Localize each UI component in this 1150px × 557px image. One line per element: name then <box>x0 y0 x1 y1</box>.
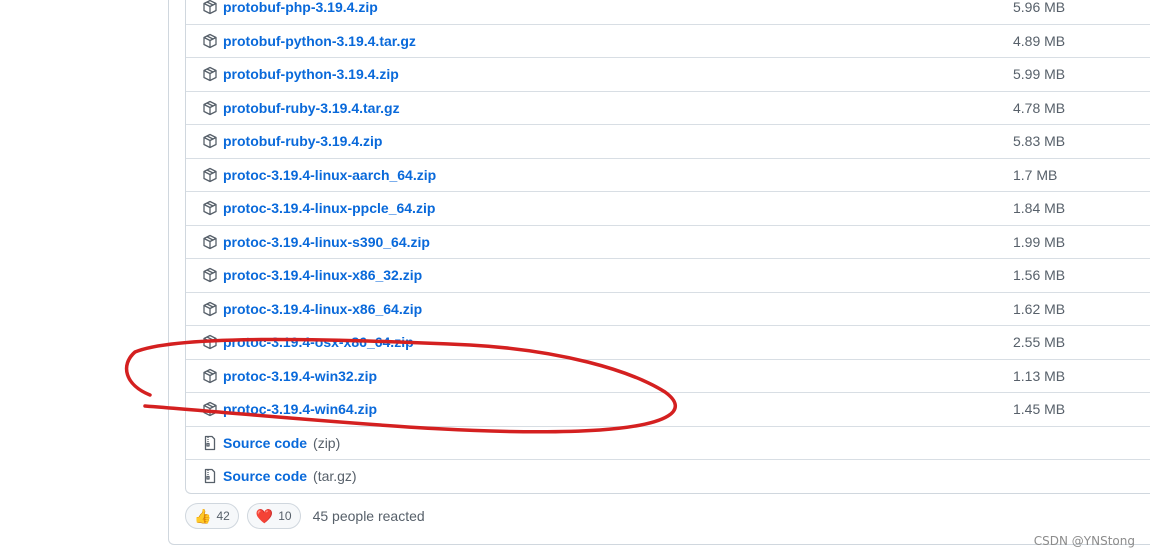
asset-download-link[interactable]: protobuf-ruby-3.19.4.zip <box>223 133 382 149</box>
release-page: protobuf-php-3.19.4.zip 5.96 MB protobuf-p… <box>0 0 1150 557</box>
reactions-summary: 45 people reacted <box>312 508 425 524</box>
asset-row: protoc-3.19.4-linux-x86_32.zip 1.56 MB <box>186 258 1150 292</box>
asset-download-link[interactable]: protobuf-ruby-3.19.4.tar.gz <box>223 100 400 116</box>
asset-row: protobuf-php-3.19.4.zip 5.96 MB <box>186 0 1150 24</box>
source-code-format: (zip) <box>313 434 341 451</box>
thumbs-up-reaction-button[interactable]: 👍 42 <box>185 503 239 529</box>
package-icon <box>202 66 218 82</box>
package-icon <box>202 267 218 283</box>
asset-size: 1.62 MB <box>1013 300 1066 317</box>
thumbs-up-icon: 👍 <box>194 508 212 524</box>
package-icon <box>202 167 218 183</box>
asset-download-link[interactable]: protoc-3.19.4-linux-aarch_64.zip <box>223 167 436 183</box>
asset-size: 1.13 MB <box>1013 367 1066 384</box>
package-icon <box>202 100 218 116</box>
asset-size: 2.55 MB <box>1013 334 1066 351</box>
package-icon <box>202 33 218 49</box>
source-code-link[interactable]: Source code <box>223 468 307 484</box>
asset-row: protoc-3.19.4-linux-s390_64.zip 1.99 MB <box>186 224 1150 259</box>
asset-row: protoc-3.19.4-linux-x86_64.zip 1.62 MB <box>186 291 1150 326</box>
asset-row: protobuf-ruby-3.19.4.tar.gz 4.78 MB <box>186 90 1150 125</box>
asset-download-link[interactable]: protoc-3.19.4-linux-x86_64.zip <box>223 301 422 317</box>
asset-size: 5.99 MB <box>1013 66 1066 83</box>
package-icon <box>202 301 218 317</box>
asset-size: 5.83 MB <box>1013 133 1066 150</box>
asset-size: 1.45 MB <box>1013 401 1066 418</box>
asset-row: protoc-3.19.4-linux-aarch_64.zip 1.7 MB <box>186 157 1150 192</box>
asset-download-link[interactable]: protoc-3.19.4-win64.zip <box>223 401 377 417</box>
package-icon <box>202 200 218 216</box>
asset-size: 1.84 MB <box>1013 200 1066 217</box>
source-code-row: Source code (tar.gz) <box>186 459 1150 493</box>
package-icon <box>202 368 218 384</box>
asset-download-link[interactable]: protobuf-php-3.19.4.zip <box>223 0 378 15</box>
asset-size: 1.7 MB <box>1013 166 1058 183</box>
file-zip-icon <box>202 435 218 451</box>
thumbs-up-count: 42 <box>216 509 230 523</box>
heart-icon: ❤️ <box>255 508 274 524</box>
asset-download-link[interactable]: protoc-3.19.4-win32.zip <box>223 368 377 384</box>
asset-download-link[interactable]: protoc-3.19.4-linux-ppcle_64.zip <box>223 200 435 216</box>
asset-size: 5.96 MB <box>1013 0 1066 15</box>
source-code-row: Source code (zip) <box>186 425 1150 460</box>
file-zip-icon <box>202 468 218 484</box>
package-icon <box>202 133 218 149</box>
asset-row: protoc-3.19.4-osx-x86_64.zip 2.55 MB <box>186 325 1150 359</box>
asset-download-link[interactable]: protobuf-python-3.19.4.zip <box>223 66 399 82</box>
heart-count: 10 <box>278 509 292 523</box>
reactions-bar: 👍 42 ❤️ 10 45 people reacted <box>185 503 425 529</box>
heart-reaction-button[interactable]: ❤️ 10 <box>246 503 301 529</box>
asset-size: 4.89 MB <box>1013 32 1066 49</box>
source-code-link[interactable]: Source code <box>223 435 307 451</box>
asset-row: protoc-3.19.4-win32.zip 1.13 MB <box>186 358 1150 393</box>
asset-row: protoc-3.19.4-linux-ppcle_64.zip 1.84 MB <box>186 191 1150 225</box>
asset-row: protobuf-python-3.19.4.tar.gz 4.89 MB <box>186 23 1150 58</box>
assets-list: protobuf-php-3.19.4.zip 5.96 MB protobuf-p… <box>185 0 1150 494</box>
watermark: CSDN @YNStong <box>1033 534 1135 548</box>
asset-download-link[interactable]: protobuf-python-3.19.4.tar.gz <box>223 33 416 49</box>
asset-download-link[interactable]: protoc-3.19.4-linux-s390_64.zip <box>223 234 430 250</box>
package-icon <box>202 0 218 15</box>
asset-size: 4.78 MB <box>1013 99 1066 116</box>
asset-download-link[interactable]: protoc-3.19.4-linux-x86_32.zip <box>223 267 422 283</box>
asset-row: protobuf-ruby-3.19.4.zip 5.83 MB <box>186 124 1150 158</box>
package-icon <box>202 334 218 350</box>
asset-row: protoc-3.19.4-win64.zip 1.45 MB <box>186 392 1150 426</box>
source-code-format: (tar.gz) <box>313 468 357 485</box>
asset-row: protobuf-python-3.19.4.zip 5.99 MB <box>186 57 1150 91</box>
asset-size: 1.56 MB <box>1013 267 1066 284</box>
package-icon <box>202 401 218 417</box>
package-icon <box>202 234 218 250</box>
asset-download-link[interactable]: protoc-3.19.4-osx-x86_64.zip <box>223 334 414 350</box>
asset-size: 1.99 MB <box>1013 233 1066 250</box>
